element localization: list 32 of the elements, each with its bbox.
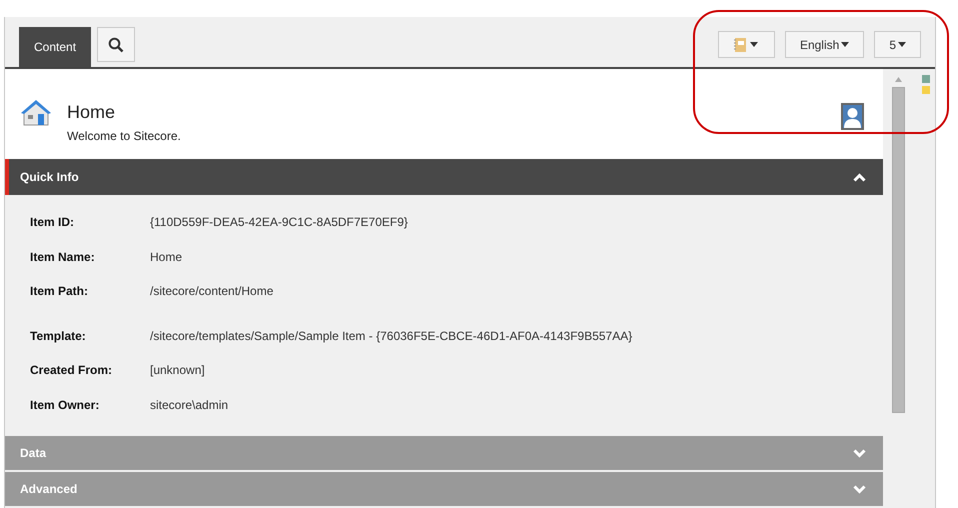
- search-tab[interactable]: [97, 27, 136, 62]
- field-label: Item ID:: [30, 214, 76, 231]
- item-subtitle: Welcome to Sitecore.: [67, 128, 181, 145]
- notebook-icon: [734, 38, 746, 52]
- field-label: Item Name:: [30, 248, 96, 266]
- notebook-dropdown[interactable]: [718, 31, 775, 58]
- chevron-up-icon: [853, 172, 866, 182]
- content-tab[interactable]: Content: [19, 27, 92, 67]
- field-label: Item Path:: [30, 283, 90, 300]
- item-title: Home: [67, 101, 116, 123]
- house-icon: [20, 99, 52, 127]
- user-avatar-icon: [841, 103, 864, 130]
- field-value: [unknown]: [150, 362, 205, 379]
- field-value: sitecore\admin: [150, 396, 228, 414]
- scrollbar-thumb[interactable]: [892, 87, 904, 413]
- field-label: Created From:: [30, 362, 114, 379]
- field-value: Home: [150, 248, 182, 266]
- caret-icon: [898, 42, 906, 47]
- chevron-down-icon: [853, 484, 866, 494]
- section-header[interactable]: Quick Info: [5, 159, 883, 195]
- scroll-up-icon[interactable]: [894, 77, 902, 82]
- search-icon: [108, 36, 124, 52]
- field-label: Item Owner:: [30, 396, 100, 414]
- caret-icon: [841, 42, 850, 47]
- field-value: /sitecore/content/Home: [150, 283, 274, 300]
- chevron-down-icon: [853, 448, 866, 458]
- caret-icon: [750, 42, 758, 47]
- field-label: Template:: [30, 328, 87, 344]
- field-value: /sitecore/templates/Sample/Sample Item - {76036F5E-CBCE-46D1-AF0A-4143F9B557AA}: [150, 328, 632, 344]
- dropdown-button[interactable]: 5: [874, 31, 921, 58]
- dropdown-button[interactable]: English: [784, 31, 864, 58]
- field-value: {110D559F-DEA5-42EA-9C1C-8A5DF7E70EF9}: [150, 214, 408, 231]
